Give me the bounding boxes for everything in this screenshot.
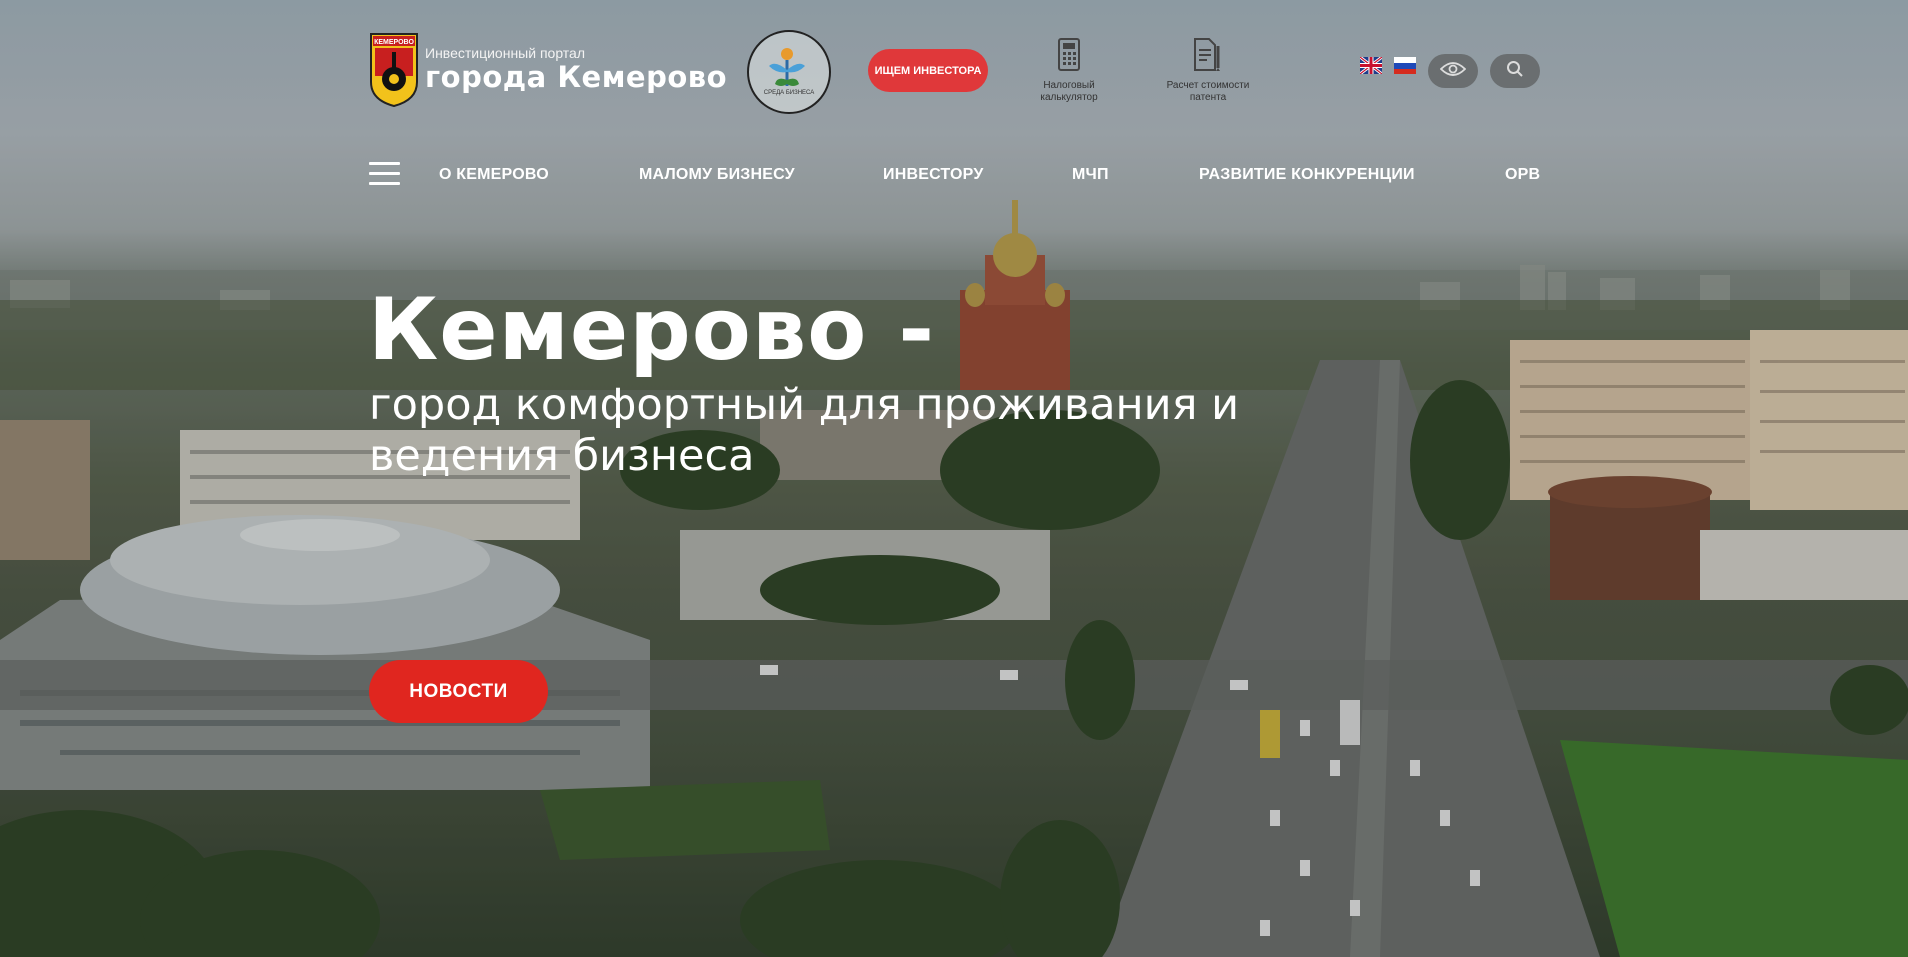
patent-cost-link[interactable]: Расчет стоимости патента (1158, 38, 1258, 104)
document-icon (1158, 38, 1258, 76)
looking-for-investor-button[interactable]: ИЩЕМ ИНВЕСТОРА (868, 49, 988, 92)
portal-subtitle: Инвестиционный портал (425, 45, 586, 61)
hero-title: Кемерово - (368, 280, 936, 380)
nav-item-about-kemerovo[interactable]: О КЕМЕРОВО (439, 166, 549, 184)
nav-item-orv[interactable]: ОРВ (1505, 166, 1540, 184)
uk-flag-icon[interactable] (1359, 55, 1383, 76)
hero-subtitle: город комфортный для проживания и ведени… (369, 380, 1240, 481)
nav-item-mchp[interactable]: МЧП (1072, 166, 1109, 184)
eye-icon (1439, 61, 1467, 81)
russia-flag-icon[interactable] (1394, 57, 1416, 74)
nav-item-investor[interactable]: ИНВЕСТОРУ (883, 166, 983, 184)
business-environment-label: СРЕДА БИЗНЕСА (763, 90, 815, 96)
hamburger-menu-icon[interactable] (369, 162, 400, 187)
search-icon (1506, 60, 1524, 82)
news-button[interactable]: НОВОСТИ (369, 660, 548, 723)
coat-of-arms-logo[interactable]: КЕМЕРОВО (369, 32, 419, 108)
portal-title[interactable]: города Кемерово (425, 60, 727, 94)
calculator-icon (1030, 38, 1108, 76)
accessibility-eye-button[interactable] (1428, 54, 1478, 88)
svg-text:КЕМЕРОВО: КЕМЕРОВО (374, 39, 414, 46)
business-environment-badge[interactable]: СРЕДА БИЗНЕСА (747, 30, 831, 114)
tax-calculator-label: Налоговый калькулятор (1040, 80, 1098, 103)
patent-cost-label: Расчет стоимости патента (1166, 80, 1250, 103)
nav-item-competition-development[interactable]: РАЗВИТИЕ КОНКУРЕНЦИИ (1199, 166, 1415, 184)
nav-item-small-business[interactable]: МАЛОМУ БИЗНЕСУ (639, 166, 795, 184)
search-button[interactable] (1490, 54, 1540, 88)
page: КЕМЕРОВО Инвестиционный портал города Ке… (0, 0, 1908, 957)
tax-calculator-link[interactable]: Налоговый калькулятор (1030, 38, 1108, 104)
